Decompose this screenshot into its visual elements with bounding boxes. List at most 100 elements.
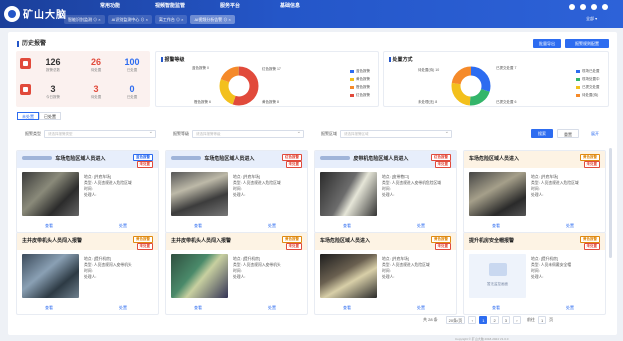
alarm-card[interactable]: 主井皮带机头人员闯入报警 黄色报警 未处置 地点: [提升机房] 类型: 人员违… [16,232,159,315]
alarm-snapshot[interactable] [22,172,79,216]
grid-icon[interactable] [591,4,597,10]
tab-done[interactable]: 已处置 [39,112,61,120]
dispose-link[interactable]: 处置 [417,223,425,229]
nav-item[interactable]: 基础信息 [260,2,320,9]
card-header: 提升机房安全帽报警 黄色报警 未处置 [464,233,605,250]
expand-button[interactable]: 展开 [585,129,605,138]
card-location: [提升机房] [540,257,559,261]
card-info: 地点: [皮带巷口] 类型: 人员违规进入皮带机危险区域 时间: 处理人: [382,175,442,197]
tab-pending[interactable]: 未处置 [17,112,39,120]
alarm-card[interactable]: 提升机房安全帽报警 黄色报警 未处置 暂无监控画面 地点: [提升机房] 类型:… [463,232,606,315]
alarm-card[interactable]: 皮带机危险区域人员进入 红色报警 未处置 地点: [皮带巷口] 类型: 人员违规… [314,150,457,233]
open-tab[interactable]: AI识别监测中心 ⊙ × [107,15,152,24]
page-size-select[interactable]: 20条/页 [445,316,466,324]
top-sub-dropdown[interactable]: 全部 ▾ [586,16,597,22]
filter-level: 报警等级 请选择报警等级 [173,129,304,138]
nav-item[interactable]: 视频智能监管 [140,2,200,9]
alarm-snapshot[interactable] [320,254,377,298]
level-badge: 红色报警 [282,154,302,161]
dispose-link[interactable]: 处置 [566,305,574,311]
view-link[interactable]: 查看 [194,223,202,229]
view-link[interactable]: 查看 [343,223,351,229]
redacted-text [171,156,201,160]
legend-item: 现场已处置 [576,69,600,74]
level-badge: 黄色报警 [133,236,153,243]
dispose-link[interactable]: 处置 [119,223,127,229]
alarm-rule-button[interactable]: 报警规则配置 [565,39,609,48]
view-link[interactable]: 查看 [492,305,500,311]
alarm-card[interactable]: 车场危险区域人员进入 黄色报警 未处置 地点: [井底车场] 类型: 人员违规进… [314,232,457,315]
level-badge: 黄色报警 [431,236,451,243]
alarm-snapshot[interactable] [171,172,228,216]
alarm-snapshot[interactable] [171,254,228,298]
total-count: 共 28 条 [423,317,438,322]
filter-type-select[interactable]: 请选择报警类型 [44,129,156,138]
view-link[interactable]: 查看 [343,305,351,311]
pie-label: 黄色报警 8 [262,100,279,104]
page-number[interactable]: 1 [479,316,488,324]
view-link[interactable]: 查看 [45,223,53,229]
stat-value: 3 [50,84,56,94]
stat-label: 已处置 [126,68,138,72]
alarm-snapshot[interactable] [469,172,526,216]
legend-item: 红色报警 [350,93,370,98]
open-tab[interactable]: 智能识别监测 ⊙ × [64,15,105,24]
status-badge: 未处置 [285,161,302,168]
filter-area-select[interactable]: 请选择报警区域 [340,129,452,138]
goto-unit: 页 [549,317,554,322]
card-header: 车场危险区域人员进入 黄色报警 未处置 [464,151,605,168]
alarm-card[interactable]: 车场危险区域人员进入 红色报警 未处置 地点: [井底车场] 类型: 人员违规进… [165,150,308,233]
top-bar: 矿山大脑 常用功能 视频智能监管 服务平台 基础信息 智能识别监测 ⊙ × AI… [0,0,623,28]
status-badge: 未处置 [136,161,153,168]
page-number[interactable]: 3 [501,316,510,324]
dispose-link[interactable]: 处置 [566,223,574,229]
search-button[interactable]: 搜索 [531,129,553,138]
prev-page-icon[interactable]: ‹ [468,316,477,324]
scrollbar[interactable] [609,148,612,258]
open-tab-active[interactable]: AI视频分析告警 ⊙ × [190,15,235,24]
card-header: 主井皮带机头人员闯入报警 黄色报警 未处置 [17,233,158,250]
top-nav: 常用功能 视频智能监管 服务平台 基础信息 [80,2,320,9]
card-header: 车场危险区域人员进入 黄色报警 未处置 [315,233,456,250]
card-info: 地点: [井底车场] 类型: 人员违规进入危险区域 时间: 处理人: [233,175,281,197]
dispose-link[interactable]: 处置 [417,305,425,311]
stats-panel: 126 报警总数 26 待处置 100 已处置 3 今日报警 3 待处置 0 已… [16,51,150,107]
alarm-card[interactable]: 车场危险区域人员进入 黄色报警 未处置 地点: [井底车场] 类型: 人员违规进… [463,150,606,233]
alarm-snapshot[interactable]: 暂无监控画面 [469,254,526,298]
card-title: 车场危险区域人员进入 [55,156,106,162]
card-title: 车场危险区域人员进入 [469,156,520,162]
filter-level-select[interactable]: 请选择报警等级 [192,129,304,138]
user-icon[interactable] [569,4,575,10]
nav-item[interactable]: 常用功能 [80,2,140,9]
stat-label: 待处置 [90,68,102,72]
reset-button[interactable]: 重置 [557,129,579,138]
dispose-link[interactable]: 处置 [268,223,276,229]
export-button[interactable]: 批量导出 [533,39,561,48]
nav-item[interactable]: 服务平台 [200,2,260,9]
alarm-card[interactable]: 主井皮带机头人员闯入报警 黄色报警 未处置 地点: [提升机房] 类型: 人员违… [165,232,308,315]
main-panel: 历史报警 批量导出 报警规则配置 126 报警总数 26 待处置 100 已处置… [8,32,617,335]
settings-icon[interactable] [602,4,608,10]
bell-icon[interactable] [580,4,586,10]
page-number[interactable]: 2 [490,316,499,324]
card-location: [井底车场] [391,257,410,261]
view-link[interactable]: 查看 [194,305,202,311]
open-tab[interactable]: 离工作台 ⊙ × [154,15,188,24]
dispose-link[interactable]: 处置 [119,305,127,311]
card-body: 暂无监控画面 地点: [提升机房] 类型: 人员未佩戴安全帽 时间: 处理人: [469,254,602,298]
dispose-link[interactable]: 处置 [268,305,276,311]
card-body: 地点: [井底车场] 类型: 人员违规进入危险区域 时间: 处理人: [469,172,602,216]
alarm-snapshot[interactable] [22,254,79,298]
status-badge: 未处置 [434,243,451,250]
stat-value: 0 [129,84,135,94]
view-link[interactable]: 查看 [492,223,500,229]
stat-value: 100 [124,57,140,67]
next-page-icon[interactable]: › [512,316,521,324]
alarm-snapshot[interactable] [320,172,377,216]
view-link[interactable]: 查看 [45,305,53,311]
donut-chart [451,66,491,106]
card-body: 地点: [井底车场] 类型: 人员违规进入危险区域 时间: 处理人: [320,254,453,298]
filter-label: 报警类型 [25,131,41,136]
alarm-card[interactable]: 车场危险区域人员进入 蓝色报警 未处置 地点: [井底车场] 类型: 人员违规进… [16,150,159,233]
goto-input[interactable]: 1 [537,316,547,324]
